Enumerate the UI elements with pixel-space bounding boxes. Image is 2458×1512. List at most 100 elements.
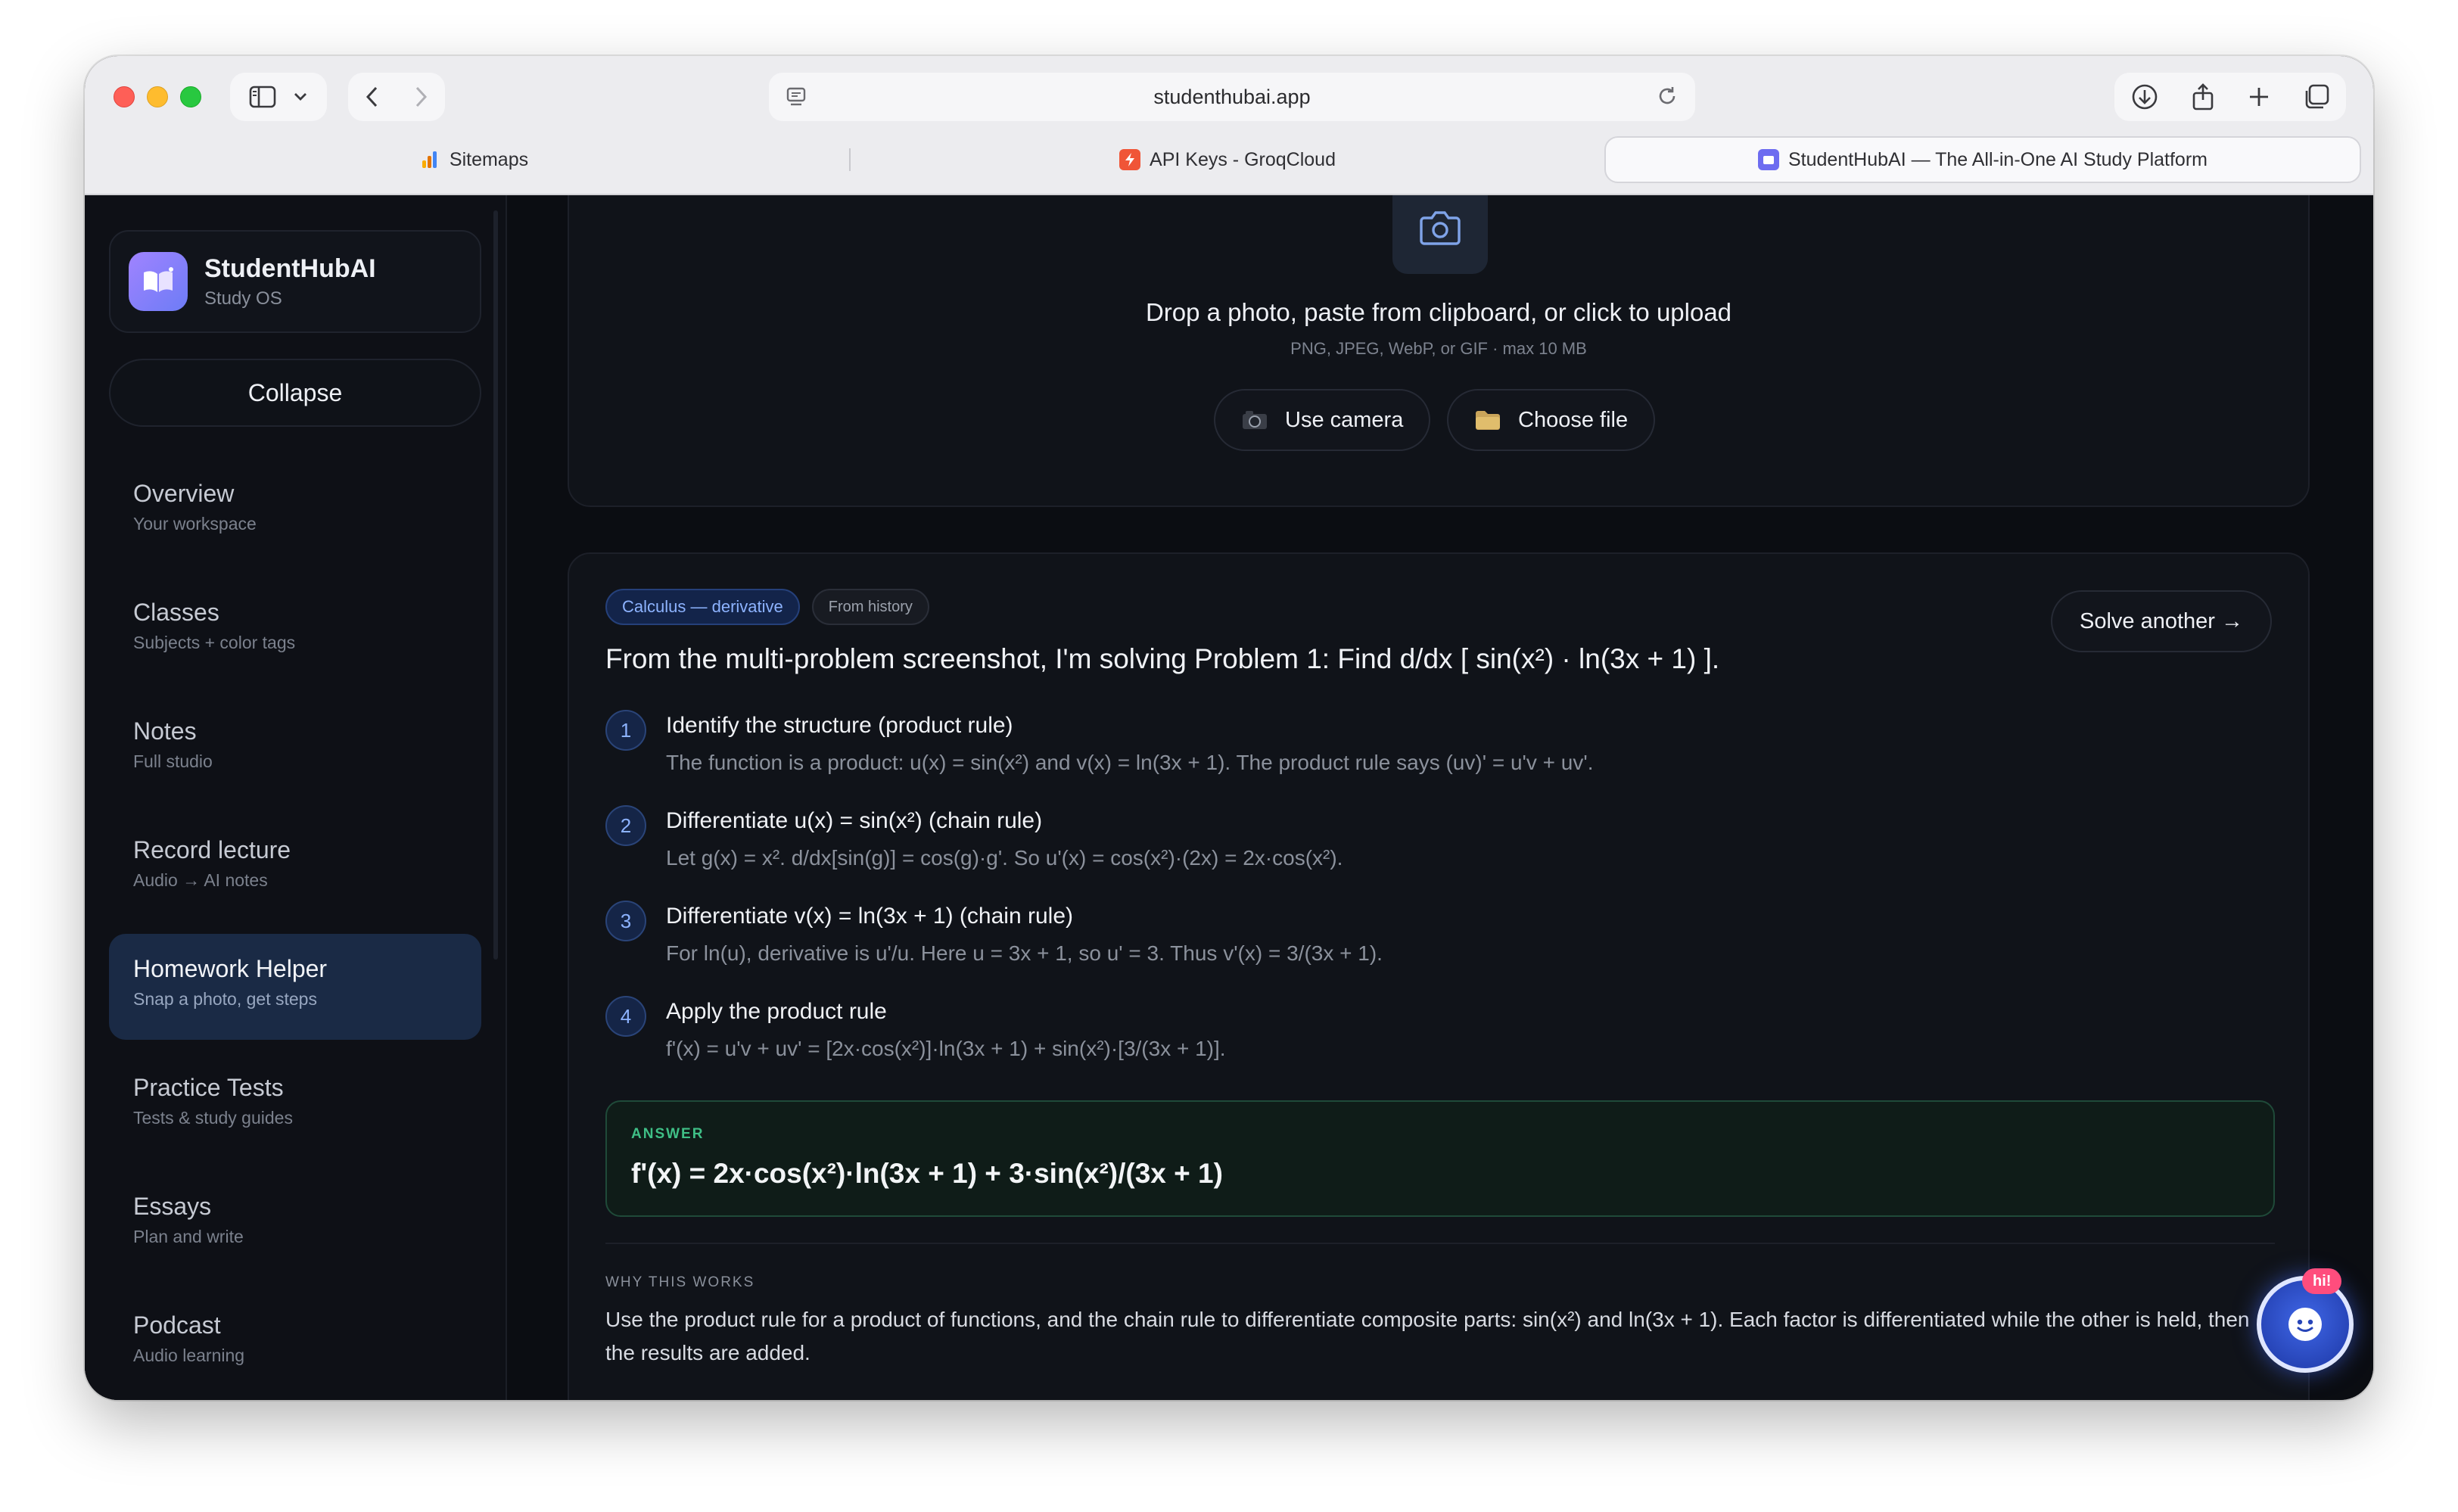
brand[interactable]: StudentHubAI Study OS	[109, 230, 481, 333]
sidebar-item-label: Record lecture	[133, 836, 291, 863]
choose-file-button[interactable]: Choose file	[1447, 389, 1656, 451]
sidebar-item-homework-helper[interactable]: Homework Helper Snap a photo, get steps	[109, 934, 481, 1040]
studenthub-favicon-icon	[1758, 149, 1779, 170]
brand-subtitle: Study OS	[204, 288, 282, 309]
problem-statement: From the multi-problem screenshot, I'm s…	[605, 643, 1720, 674]
sidebar-item-label: Podcast	[133, 1311, 221, 1339]
solve-another-button[interactable]: Solve another →	[2050, 590, 2272, 652]
address-bar[interactable]: studenthubai.app	[769, 73, 1695, 121]
analytics-favicon-icon	[419, 149, 440, 170]
step-description: Let g(x) = x². d/dx[sin(g)] = cos(g)·g'.…	[666, 846, 1343, 870]
sidebar-item-sub: Full studio	[133, 751, 213, 771]
steps-list: 1 Identify the structure (product rule) …	[605, 710, 1593, 1091]
step-number: 1	[605, 710, 646, 751]
sidebar-item-practice-tests[interactable]: Practice Tests Tests & study guides	[109, 1053, 481, 1159]
url-text: studenthubai.app	[1153, 85, 1311, 108]
sidebar-item-label: Practice Tests	[133, 1074, 284, 1101]
sidebar-item-record-lecture[interactable]: Record lecture Audio → AI notes	[109, 815, 481, 921]
answer-label: ANSWER	[631, 1126, 705, 1142]
step-item: 2 Differentiate u(x) = sin(x²) (chain ru…	[605, 805, 1593, 870]
sidebar-item-essays[interactable]: Essays Plan and write	[109, 1171, 481, 1277]
browser-chrome: studenthubai.app Sitemaps API Keys - Gro…	[85, 56, 2373, 195]
step-number: 4	[605, 996, 646, 1037]
sidebar-item-notes[interactable]: Notes Full studio	[109, 696, 481, 802]
maximize-window-button[interactable]	[180, 86, 201, 107]
sidebar-toggle-button[interactable]	[230, 73, 327, 121]
sidebar-item-sub: Plan and write	[133, 1227, 244, 1246]
tab-bar: Sitemaps API Keys - GroqCloud StudentHub…	[97, 136, 2361, 183]
book-logo-icon	[129, 252, 188, 311]
sidebar-item-sub: Tests & study guides	[133, 1108, 293, 1128]
robot-face-icon	[2288, 1308, 2322, 1341]
reload-icon[interactable]	[1656, 85, 1679, 107]
sidebar-item-overview[interactable]: Overview Your workspace	[109, 459, 481, 565]
close-window-button[interactable]	[114, 86, 135, 107]
sidebar-item-label: Essays	[133, 1193, 212, 1220]
step-title: Apply the product rule	[666, 999, 887, 1024]
tab-overview-icon[interactable]	[2303, 83, 2330, 110]
sidebar-item-classes[interactable]: Classes Subjects + color tags	[109, 577, 481, 683]
camera-icon	[1392, 195, 1488, 274]
sidebar-item-sub: Audio → AI notes	[133, 870, 268, 890]
history-nav	[348, 73, 445, 121]
app: StudentHubAI Study OS Collapse Overview …	[85, 195, 2373, 1400]
share-icon[interactable]	[2191, 82, 2215, 111]
tab-label: Sitemaps	[449, 148, 529, 170]
sidebar: StudentHubAI Study OS Collapse Overview …	[85, 195, 507, 1400]
tab-sitemaps[interactable]: Sitemaps	[97, 136, 851, 183]
solution-card: Calculus — derivative From history Solve…	[568, 552, 2310, 1400]
why-label: WHY THIS WORKS	[605, 1274, 755, 1290]
groq-favicon-icon	[1119, 149, 1141, 170]
brand-name: StudentHubAI	[204, 254, 376, 283]
step-number: 2	[605, 805, 646, 846]
sidebar-item-sub: Audio learning	[133, 1346, 245, 1365]
camera-emoji-icon	[1243, 411, 1267, 429]
step-description: For ln(u), derivative is u'/u. Here u = …	[666, 941, 1383, 965]
step-item: 3 Differentiate v(x) = ln(3x + 1) (chain…	[605, 901, 1593, 966]
choose-file-label: Choose file	[1518, 407, 1629, 432]
step-item: 4 Apply the product rule f'(x) = u'v + u…	[605, 996, 1593, 1061]
sidebar-item-label: Overview	[133, 480, 235, 507]
step-item: 1 Identify the structure (product rule) …	[605, 710, 1593, 775]
tab-groqcloud[interactable]: API Keys - GroqCloud	[851, 136, 1604, 183]
sidebar-item-podcast[interactable]: Podcast Audio learning	[109, 1290, 481, 1396]
tab-label: API Keys - GroqCloud	[1150, 148, 1336, 170]
page-menu-icon[interactable]	[786, 86, 808, 107]
step-title: Identify the structure (product rule)	[666, 713, 1013, 738]
new-tab-icon[interactable]	[2248, 86, 2270, 108]
sidebar-item-label: Classes	[133, 599, 219, 626]
main-content: Drop a photo, paste from clipboard, or c…	[507, 195, 2373, 1400]
tab-studenthubai[interactable]: StudentHubAI — The All-in-One AI Study P…	[1604, 136, 2361, 183]
back-arrow-icon[interactable]	[365, 86, 380, 108]
collapse-button[interactable]: Collapse	[109, 359, 481, 427]
use-camera-button[interactable]: Use camera	[1214, 389, 1431, 451]
tab-label: StudentHubAI — The All-in-One AI Study P…	[1788, 148, 2208, 170]
step-description: The function is a product: u(x) = sin(x²…	[666, 751, 1594, 774]
folder-icon	[1476, 411, 1500, 430]
chat-greeting-badge: hi!	[2302, 1268, 2342, 1294]
upload-dropzone[interactable]: Drop a photo, paste from clipboard, or c…	[568, 195, 2310, 507]
sidebar-item-sub: Subjects + color tags	[133, 633, 296, 652]
step-description: f'(x) = u'v + uv' = [2x·cos(x²)]·ln(3x +…	[666, 1037, 1226, 1060]
badge-row: Calculus — derivative From history	[605, 589, 929, 625]
browser-actions	[2114, 73, 2346, 121]
chat-assistant-button[interactable]	[2257, 1276, 2354, 1373]
dropzone-title: Drop a photo, paste from clipboard, or c…	[1145, 298, 1732, 326]
sidebar-nav: Overview Your workspace Classes Subjects…	[109, 459, 481, 1396]
topic-badge: Calculus — derivative	[605, 589, 800, 625]
sidebar-item-sub: Your workspace	[133, 514, 257, 534]
use-camera-label: Use camera	[1285, 407, 1404, 432]
minimize-window-button[interactable]	[147, 86, 168, 107]
sidebar-scrollbar[interactable]	[493, 210, 498, 960]
divider	[605, 1243, 2275, 1244]
forward-arrow-icon[interactable]	[413, 86, 428, 108]
sidebar-icon	[249, 86, 276, 108]
chevron-down-icon[interactable]	[293, 92, 308, 102]
download-icon[interactable]	[2131, 83, 2158, 110]
step-title: Differentiate u(x) = sin(x²) (chain rule…	[666, 808, 1043, 833]
answer-box: ANSWER f'(x) = 2x·cos(x²)·ln(3x + 1) + 3…	[605, 1100, 2275, 1217]
step-title: Differentiate v(x) = ln(3x + 1) (chain r…	[666, 904, 1073, 929]
answer-expression: f'(x) = 2x·cos(x²)·ln(3x + 1) + 3·sin(x²…	[631, 1158, 1223, 1189]
dropzone-subtitle: PNG, JPEG, WebP, or GIF · max 10 MB	[1290, 339, 1587, 358]
browser-window: studenthubai.app Sitemaps API Keys - Gro…	[85, 56, 2373, 1400]
